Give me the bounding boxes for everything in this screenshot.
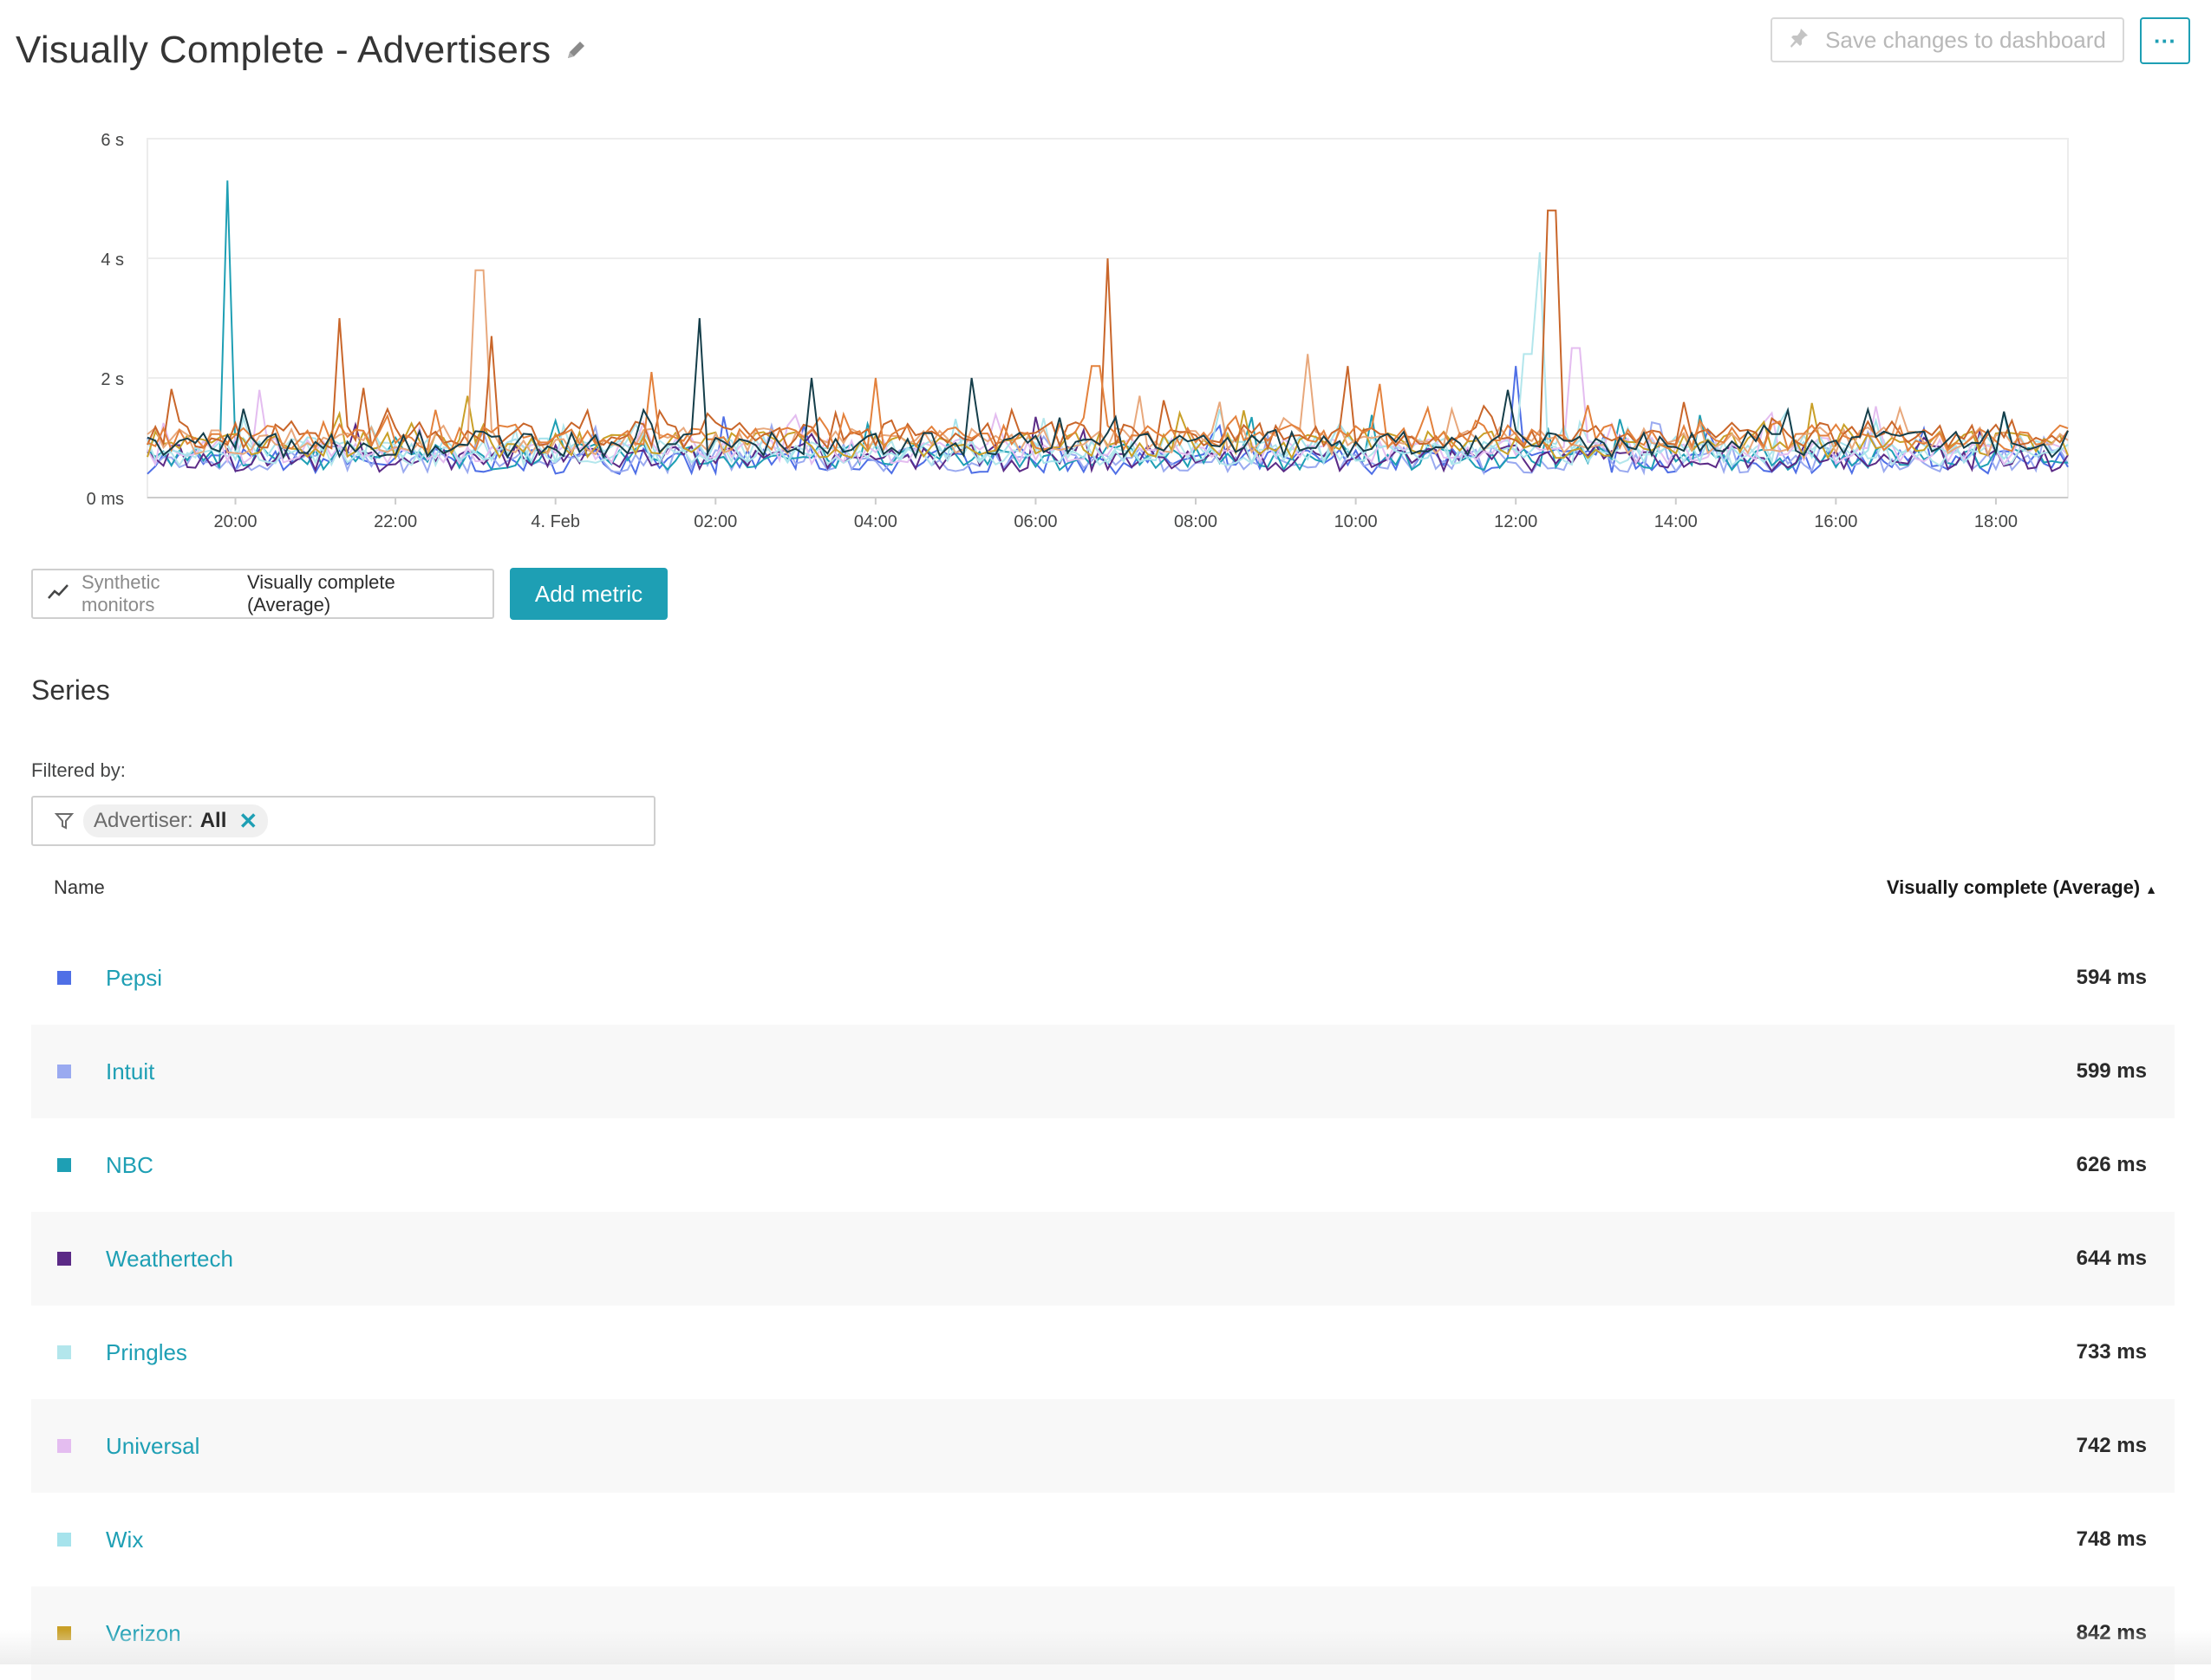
filter-label: Filtered by: [31, 759, 126, 781]
x-tick-label: 4. Feb [531, 512, 580, 531]
column-header-value-label: Visually complete (Average) [1886, 876, 2141, 898]
table-row: Weathertech 644 ms [31, 1212, 2175, 1306]
table-row: Wix 748 ms [31, 1493, 2175, 1586]
series-value: 594 ms [2076, 966, 2147, 989]
save-button-label: Save changes to dashboard [1825, 26, 2106, 53]
series-value: 742 ms [2076, 1434, 2147, 1457]
x-tick-label: 02:00 [694, 512, 737, 531]
scroll-fade [0, 1630, 2211, 1664]
x-tick-label: 16:00 [1814, 512, 1857, 531]
save-dashboard-button[interactable]: Save changes to dashboard [1771, 17, 2124, 62]
line-chart: 0 ms 2 s 4 s 6 s 20:00 22:00 4. Feb 02:00 04:00 0… [87, 131, 2069, 531]
x-tick-label: 04:00 [854, 512, 897, 531]
series-name-link[interactable]: NBC [106, 1152, 153, 1179]
column-header-value[interactable]: Visually complete (Average) ▲ [1887, 876, 2157, 899]
filter-tag[interactable]: Advertiser: All ✕ [83, 804, 269, 837]
table-row: Universal 742 ms [31, 1399, 2175, 1493]
y-tick-label: 0 ms [87, 490, 124, 509]
more-options-button[interactable]: ··· [2140, 17, 2190, 64]
x-tick-label: 12:00 [1494, 512, 1537, 531]
sort-ascending-icon: ▲ [2145, 882, 2157, 896]
metric-selector[interactable]: Synthetic monitors Visually complete (Av… [31, 569, 494, 619]
x-tick-label: 10:00 [1334, 512, 1378, 531]
series-name-link[interactable]: Intuit [106, 1058, 154, 1085]
x-tick-label: 18:00 [1974, 512, 2018, 531]
table-row: NBC 626 ms [31, 1118, 2175, 1212]
series-color-swatch [57, 971, 71, 985]
series-name-link[interactable]: Pepsi [106, 965, 162, 992]
series-name-link[interactable]: Wix [106, 1527, 143, 1553]
y-tick-label: 6 s [101, 131, 124, 150]
series-value: 626 ms [2076, 1153, 2147, 1176]
x-tick-label: 22:00 [374, 512, 417, 531]
series-color-swatch [57, 1158, 71, 1172]
series-heading: Series [31, 674, 110, 706]
series-table: Name Visually complete (Average) ▲ Pepsi … [31, 867, 2175, 1680]
table-header: Name Visually complete (Average) ▲ [31, 867, 2175, 908]
line-chart-icon [47, 583, 69, 605]
filter-key: Advertiser: [94, 809, 193, 832]
table-row: Pringles 733 ms [31, 1306, 2175, 1399]
x-tick-label: 08:00 [1174, 512, 1217, 531]
series-value: 644 ms [2076, 1247, 2147, 1270]
page-title: Visually Complete - Advertisers [16, 29, 551, 71]
x-tick-label: 14:00 [1654, 512, 1698, 531]
series-color-swatch [57, 1439, 71, 1453]
table-body: Pepsi 594 ms Intuit 599 ms NBC 626 ms We… [31, 931, 2175, 1680]
series-color-swatch [57, 1533, 71, 1547]
series-value: 599 ms [2076, 1059, 2147, 1083]
series-name-link[interactable]: Weathertech [106, 1246, 233, 1273]
metric-source: Synthetic monitors [82, 571, 160, 615]
table-row: Pepsi 594 ms [31, 931, 2175, 1025]
pin-icon [1789, 27, 1810, 54]
x-tick-label: 20:00 [213, 512, 257, 531]
pencil-icon[interactable] [564, 39, 587, 62]
series-color-swatch [57, 1065, 71, 1078]
y-tick-label: 2 s [101, 370, 124, 389]
series-color-swatch [57, 1252, 71, 1266]
page-header: Visually Complete - Advertisers [16, 24, 587, 76]
filter-icon [54, 811, 75, 831]
series-name-link[interactable]: Universal [106, 1433, 199, 1460]
series-value: 733 ms [2076, 1340, 2147, 1364]
series-value: 748 ms [2076, 1527, 2147, 1551]
add-metric-button[interactable]: Add metric [510, 568, 668, 620]
close-icon[interactable]: ✕ [238, 808, 258, 835]
column-header-name[interactable]: Name [54, 876, 105, 899]
x-tick-label: 06:00 [1014, 512, 1057, 531]
filter-value: All [199, 809, 227, 832]
series-color-swatch [57, 1345, 71, 1359]
filter-input[interactable]: Advertiser: All ✕ [31, 796, 655, 846]
table-row: Intuit 599 ms [31, 1025, 2175, 1118]
series-name-link[interactable]: Pringles [106, 1339, 187, 1366]
metric-name: Visually complete (Average) [246, 571, 395, 615]
y-tick-label: 4 s [101, 251, 124, 270]
